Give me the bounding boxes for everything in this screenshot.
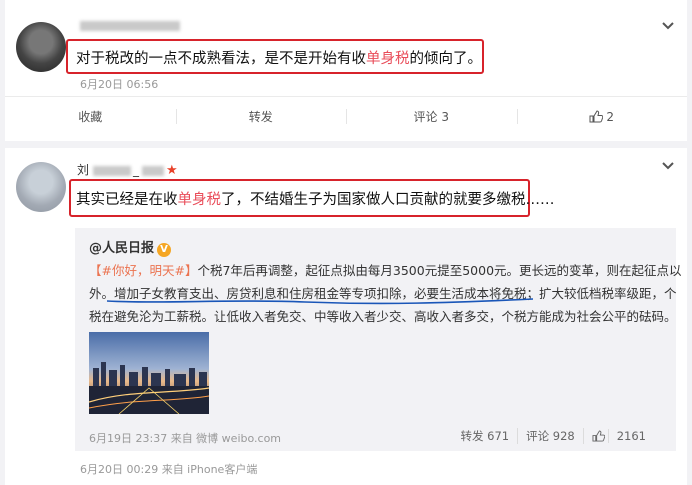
chevron-down-icon[interactable] xyxy=(661,161,675,171)
post-text: 其实已经是在收单身税了，不结婚生子为国家做人口贡献的就要多缴税…… xyxy=(76,192,555,208)
avatar[interactable] xyxy=(16,22,66,72)
retweet-like-count[interactable]: 2161 xyxy=(582,428,662,444)
retweet-stats: 转发 671 评论 928 2161 xyxy=(453,428,663,444)
vip-star-icon: ★ xyxy=(166,163,179,178)
repost-button[interactable]: 转发 xyxy=(175,97,347,136)
avatar[interactable] xyxy=(16,162,66,212)
retweet-timestamp[interactable]: 6月19日 23:37 来自 微博 weibo.com xyxy=(89,430,281,446)
favorite-button[interactable]: 收藏 xyxy=(5,97,176,136)
retweet-author[interactable]: @人民日报 V xyxy=(89,237,172,257)
username[interactable]: 刘 _ ★ xyxy=(77,161,179,178)
timestamp[interactable]: 6月20日 00:29 来自 iPhone客户端 xyxy=(80,461,257,477)
retweet-repost-count[interactable]: 转发 671 xyxy=(453,428,518,444)
retweet-image[interactable] xyxy=(89,332,209,414)
retweet-text-line-3: 税在避免沦为工薪税。让低收入者免交、中等收入者少交、高收入者多交，个税方能成为社… xyxy=(89,309,677,324)
verified-badge-icon: V xyxy=(157,243,172,257)
post-text: 对于税改的一点不成熟看法，是不是开始有收单身税的倾向了。 xyxy=(76,51,482,67)
action-bar: 收藏 转发 评论 3 2 xyxy=(5,96,687,136)
post-card-1: 对于税改的一点不成熟看法，是不是开始有收单身税的倾向了。 6月20日 06:56… xyxy=(5,0,687,141)
thumbs-up-icon xyxy=(592,430,605,442)
timestamp[interactable]: 6月20日 06:56 xyxy=(80,76,158,92)
post-card-2: 刘 _ ★ 其实已经是在收单身税了，不结婚生子为国家做人口贡献的就要多缴税…… @人… xyxy=(5,148,687,485)
city-skyline-image xyxy=(89,332,209,414)
retweet-comment-count[interactable]: 评论 928 xyxy=(517,428,583,444)
thumbs-up-icon xyxy=(589,110,604,123)
comment-button[interactable]: 评论 3 xyxy=(346,97,517,136)
chevron-down-icon[interactable] xyxy=(661,21,675,31)
like-button[interactable]: 2 xyxy=(516,97,688,136)
retweet-text-line-1: 【#你好，明天#】个税7年后再调整，起征点拟由每月3500元提至5000元。更长… xyxy=(89,263,682,278)
retweet-box[interactable]: @人民日报 V 【#你好，明天#】个税7年后再调整，起征点拟由每月3500元提至5… xyxy=(75,228,682,451)
hashtag-link[interactable]: 【#你好，明天#】 xyxy=(89,263,197,278)
handwritten-underline xyxy=(106,298,534,305)
username[interactable] xyxy=(80,18,180,32)
